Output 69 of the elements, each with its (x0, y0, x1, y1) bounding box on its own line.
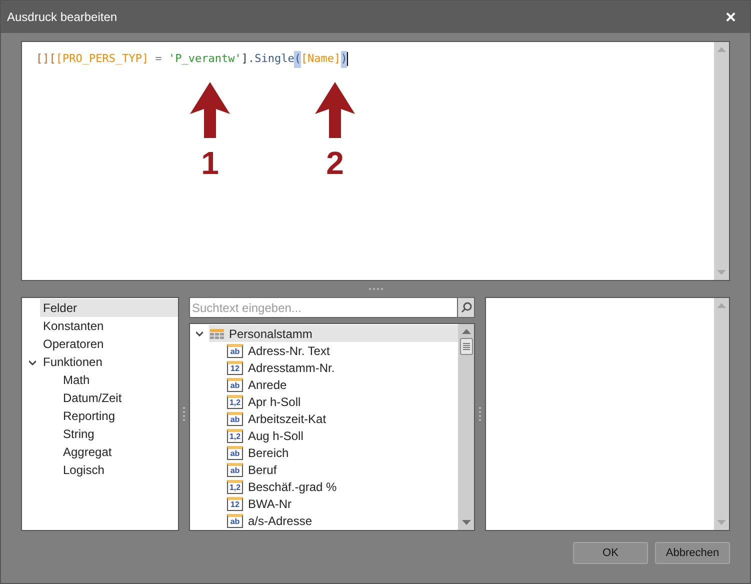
expression-editor[interactable]: [][[PRO_PERS_TYP] = 'P_verantw'].Single([Name]) 1 2 (21, 41, 730, 281)
chevron-down-icon[interactable] (29, 358, 36, 366)
category-item[interactable]: Aggregat (60, 443, 178, 461)
code-token: [Name] (300, 51, 341, 67)
code-token: = (154, 51, 163, 67)
field-item[interactable]: Beschäf.-grad % (248, 478, 337, 496)
field-type-icon: ab (227, 378, 243, 392)
field-type-icon: 1,2 (227, 394, 243, 408)
scrollbar[interactable] (458, 324, 474, 530)
table-icon (210, 328, 224, 338)
text-cursor (347, 52, 348, 66)
code-token: [PRO_PERS_TYP] (56, 51, 149, 67)
annotation-number: 1 (201, 147, 219, 179)
dialog-button[interactable]: OK (573, 542, 648, 564)
arrow-annotation-icon (315, 82, 355, 138)
code-token: .Single (248, 51, 294, 67)
scrollbar[interactable] (714, 42, 729, 280)
arrow-annotation-icon (190, 82, 230, 138)
category-item[interactable]: String (60, 425, 178, 443)
field-item[interactable]: Apr h-Soll (248, 392, 301, 410)
scroll-down-icon[interactable] (462, 520, 470, 525)
field-item[interactable]: Adresstamm-Nr. (248, 358, 335, 376)
matched-parenthesis: ( (294, 51, 301, 68)
window-title: Ausdruck bearbeiten (7, 9, 118, 26)
scrollbar[interactable] (714, 298, 729, 530)
category-item[interactable]: Math (60, 371, 178, 389)
field-item[interactable]: a/s-Adresse (248, 512, 312, 530)
annotation-number: 2 (326, 147, 344, 179)
close-button[interactable]: × (725, 8, 736, 26)
category-item[interactable]: Reporting (60, 407, 178, 425)
scroll-up-icon[interactable] (717, 303, 726, 308)
field-type-icon: 12 (227, 496, 243, 510)
field-type-icon: ab (227, 412, 243, 426)
scroll-thumb[interactable] (460, 338, 472, 355)
category-item[interactable]: Funktionen (40, 353, 178, 371)
group-label: Personalstamm (229, 326, 312, 342)
table-group-item[interactable]: Personalstamm (209, 325, 458, 342)
field-type-icon: ab (227, 344, 243, 358)
field-type-icon: ab (227, 514, 243, 528)
scroll-down-icon[interactable] (717, 520, 726, 525)
field-type-icon: ab (227, 446, 243, 460)
matched-parenthesis: ) (340, 51, 348, 68)
scroll-up-icon[interactable] (717, 47, 726, 52)
field-type-icon: 12 (227, 360, 243, 374)
search-icon (460, 302, 472, 313)
field-item[interactable]: Adress-Nr. Text (248, 342, 330, 360)
field-type-icon: ab (227, 462, 243, 476)
category-item[interactable]: Datum/Zeit (60, 389, 178, 407)
code-token: 'P_verantw' (168, 51, 242, 67)
search-field[interactable]: Suchtext eingeben... (189, 297, 458, 318)
field-item[interactable]: Beruf (248, 460, 277, 478)
field-type-icon: 1,2 (227, 428, 243, 442)
scroll-up-icon[interactable] (462, 329, 470, 334)
category-item[interactable]: Felder (40, 299, 178, 317)
field-type-icon: 1,2 (227, 480, 243, 494)
scroll-down-icon[interactable] (717, 270, 726, 275)
chevron-down-icon[interactable] (196, 330, 203, 337)
field-item[interactable]: Anrede (248, 376, 287, 394)
dialog-button[interactable]: Abbrechen (655, 542, 730, 564)
category-item[interactable]: Logisch (60, 461, 178, 479)
code-token: ] (241, 51, 248, 67)
field-item[interactable]: Arbeitszeit-Kat (248, 410, 326, 428)
code-token: [][ (36, 51, 56, 67)
search-button[interactable] (458, 297, 475, 318)
field-item[interactable]: Aug h-Soll (248, 426, 304, 444)
field-item[interactable]: Bereich (248, 444, 289, 462)
field-item[interactable]: BWA-Nr (248, 494, 292, 512)
category-item[interactable]: Konstanten (40, 317, 178, 335)
category-item[interactable]: Operatoren (40, 335, 178, 353)
